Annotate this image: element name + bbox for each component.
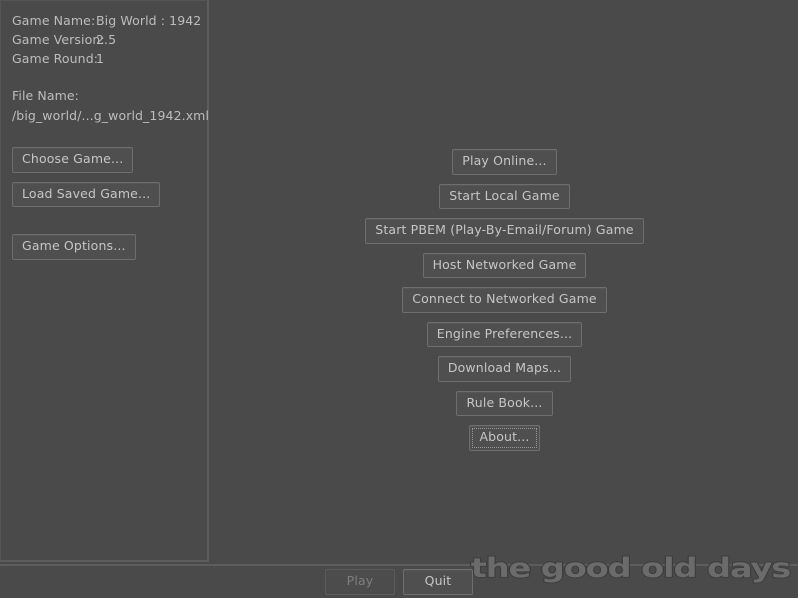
choose-game-button[interactable]: Choose Game... [12, 147, 134, 173]
game-version-value: 2.5 [96, 32, 117, 47]
game-options-group: Game Options... [12, 234, 136, 260]
game-info-row: Game Name:Big World : 1942 [12, 11, 207, 30]
game-round-value: 1 [96, 51, 105, 66]
start-local-game-button[interactable]: Start Local Game [439, 183, 570, 209]
load-saved-game-button[interactable]: Load Saved Game... [12, 181, 161, 207]
file-name-label: File Name: [12, 88, 79, 103]
about-button[interactable]: About... [469, 425, 540, 451]
host-networked-game-button[interactable]: Host Networked Game [422, 252, 587, 278]
quit-button[interactable]: Quit [403, 569, 473, 595]
bottom-action-bar: Play Quit [0, 564, 798, 598]
main-menu: Play Online... Start Local Game Start PB… [211, 0, 798, 562]
game-name-value: Big World : 1942 [96, 13, 202, 28]
game-info-row: Game Round:1 [12, 49, 207, 68]
file-info-block: File Name: /big_world/...g_world_1942.xm… [12, 86, 212, 126]
game-info-block: Game Name:Big World : 1942 Game Version:… [12, 11, 207, 68]
game-options-button[interactable]: Game Options... [12, 234, 136, 260]
connect-to-networked-game-button[interactable]: Connect to Networked Game [402, 287, 607, 313]
game-name-label: Game Name: [12, 13, 96, 28]
file-name-value: /big_world/...g_world_1942.xml [12, 108, 210, 123]
engine-preferences-button[interactable]: Engine Preferences... [426, 321, 583, 347]
sidebar-button-group: Choose Game... Load Saved Game... [12, 147, 161, 216]
download-maps-button[interactable]: Download Maps... [437, 356, 572, 382]
start-pbem-game-button[interactable]: Start PBEM (Play-By-Email/Forum) Game [365, 218, 644, 244]
game-round-label: Game Round: [12, 51, 99, 66]
play-online-button[interactable]: Play Online... [452, 149, 557, 175]
rule-book-button[interactable]: Rule Book... [456, 390, 553, 416]
game-version-label: Game Version: [12, 32, 105, 47]
game-info-panel: Game Name:Big World : 1942 Game Version:… [0, 0, 209, 562]
game-info-row: Game Version:2.5 [12, 30, 207, 49]
play-button[interactable]: Play [325, 569, 395, 595]
